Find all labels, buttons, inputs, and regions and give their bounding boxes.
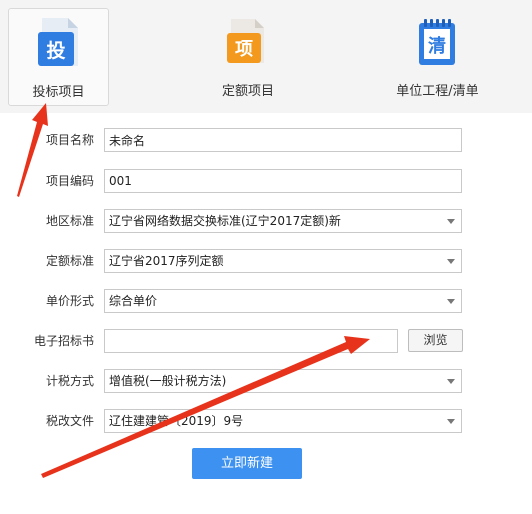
chevron-down-icon [447, 379, 455, 384]
quota-document-icon: 项 [227, 19, 264, 63]
tax-method-label: 计税方式 [45, 374, 94, 388]
svg-text:项: 项 [235, 39, 253, 60]
quota-standard-select[interactable]: 辽宁省2017序列定额 [104, 249, 462, 273]
project-name-label: 项目名称 [45, 133, 94, 147]
chevron-down-icon [447, 419, 455, 424]
svg-text:清: 清 [428, 36, 446, 57]
tab-label: 定额项目 [221, 84, 274, 99]
region-standard-label: 地区标准 [45, 214, 94, 228]
quota-standard-label: 定额标准 [45, 254, 94, 268]
tab-quota-project[interactable]: 项 定额项目 [190, 8, 306, 106]
project-code-input[interactable] [104, 169, 462, 193]
row-project-name: 项目名称 [0, 127, 532, 153]
selected-value: 辽宁省2017序列定额 [109, 254, 224, 268]
tab-label: 投标项目 [32, 85, 85, 100]
chevron-down-icon [447, 259, 455, 264]
e-tender-doc-label: 电子招标书 [33, 334, 94, 348]
row-e-tender-doc: 电子招标书 浏览 [0, 328, 532, 354]
bid-document-icon: 投 [38, 18, 78, 66]
tab-label: 单位工程/清单 [396, 84, 479, 99]
region-standard-select[interactable]: 辽宁省网络数据交换标准(辽宁2017定额)新 [104, 209, 462, 233]
tax-method-select[interactable]: 增值税(一般计税方法) [104, 369, 462, 393]
selected-value: 辽宁省网络数据交换标准(辽宁2017定额)新 [109, 214, 341, 228]
chevron-down-icon [447, 299, 455, 304]
selected-value: 辽住建建管〔2019〕9号 [109, 414, 244, 428]
selected-value: 综合单价 [109, 294, 158, 308]
tab-bid-project[interactable]: 投 投标项目 [8, 8, 109, 106]
project-code-label: 项目编码 [45, 174, 94, 188]
project-name-input[interactable] [104, 128, 462, 152]
row-unit-price-form: 单价形式 综合单价 [0, 288, 532, 314]
tax-reform-doc-label: 税改文件 [45, 414, 94, 428]
tab-unit-bill[interactable]: 清 单位工程/清单 [380, 8, 495, 106]
unit-price-form-select[interactable]: 综合单价 [104, 289, 462, 313]
row-tax-method: 计税方式 增值税(一般计税方法) [0, 368, 532, 394]
project-type-tabs: 投 投标项目 项 定额项目 清 单位工程/清单 [0, 0, 532, 113]
row-tax-reform-doc: 税改文件 辽住建建管〔2019〕9号 [0, 408, 532, 434]
create-now-button[interactable]: 立即新建 [192, 448, 302, 479]
browse-button[interactable]: 浏览 [408, 329, 463, 352]
e-tender-doc-input[interactable] [104, 329, 398, 353]
bill-notebook-icon: 清 [419, 19, 455, 65]
chevron-down-icon [447, 219, 455, 224]
tax-reform-doc-select[interactable]: 辽住建建管〔2019〕9号 [104, 409, 462, 433]
row-region-standard: 地区标准 辽宁省网络数据交换标准(辽宁2017定额)新 [0, 208, 532, 234]
selected-value: 增值税(一般计税方法) [109, 374, 227, 388]
row-quota-standard: 定额标准 辽宁省2017序列定额 [0, 248, 532, 274]
svg-text:投: 投 [46, 39, 65, 62]
row-project-code: 项目编码 [0, 168, 532, 194]
unit-price-form-label: 单价形式 [45, 294, 94, 308]
